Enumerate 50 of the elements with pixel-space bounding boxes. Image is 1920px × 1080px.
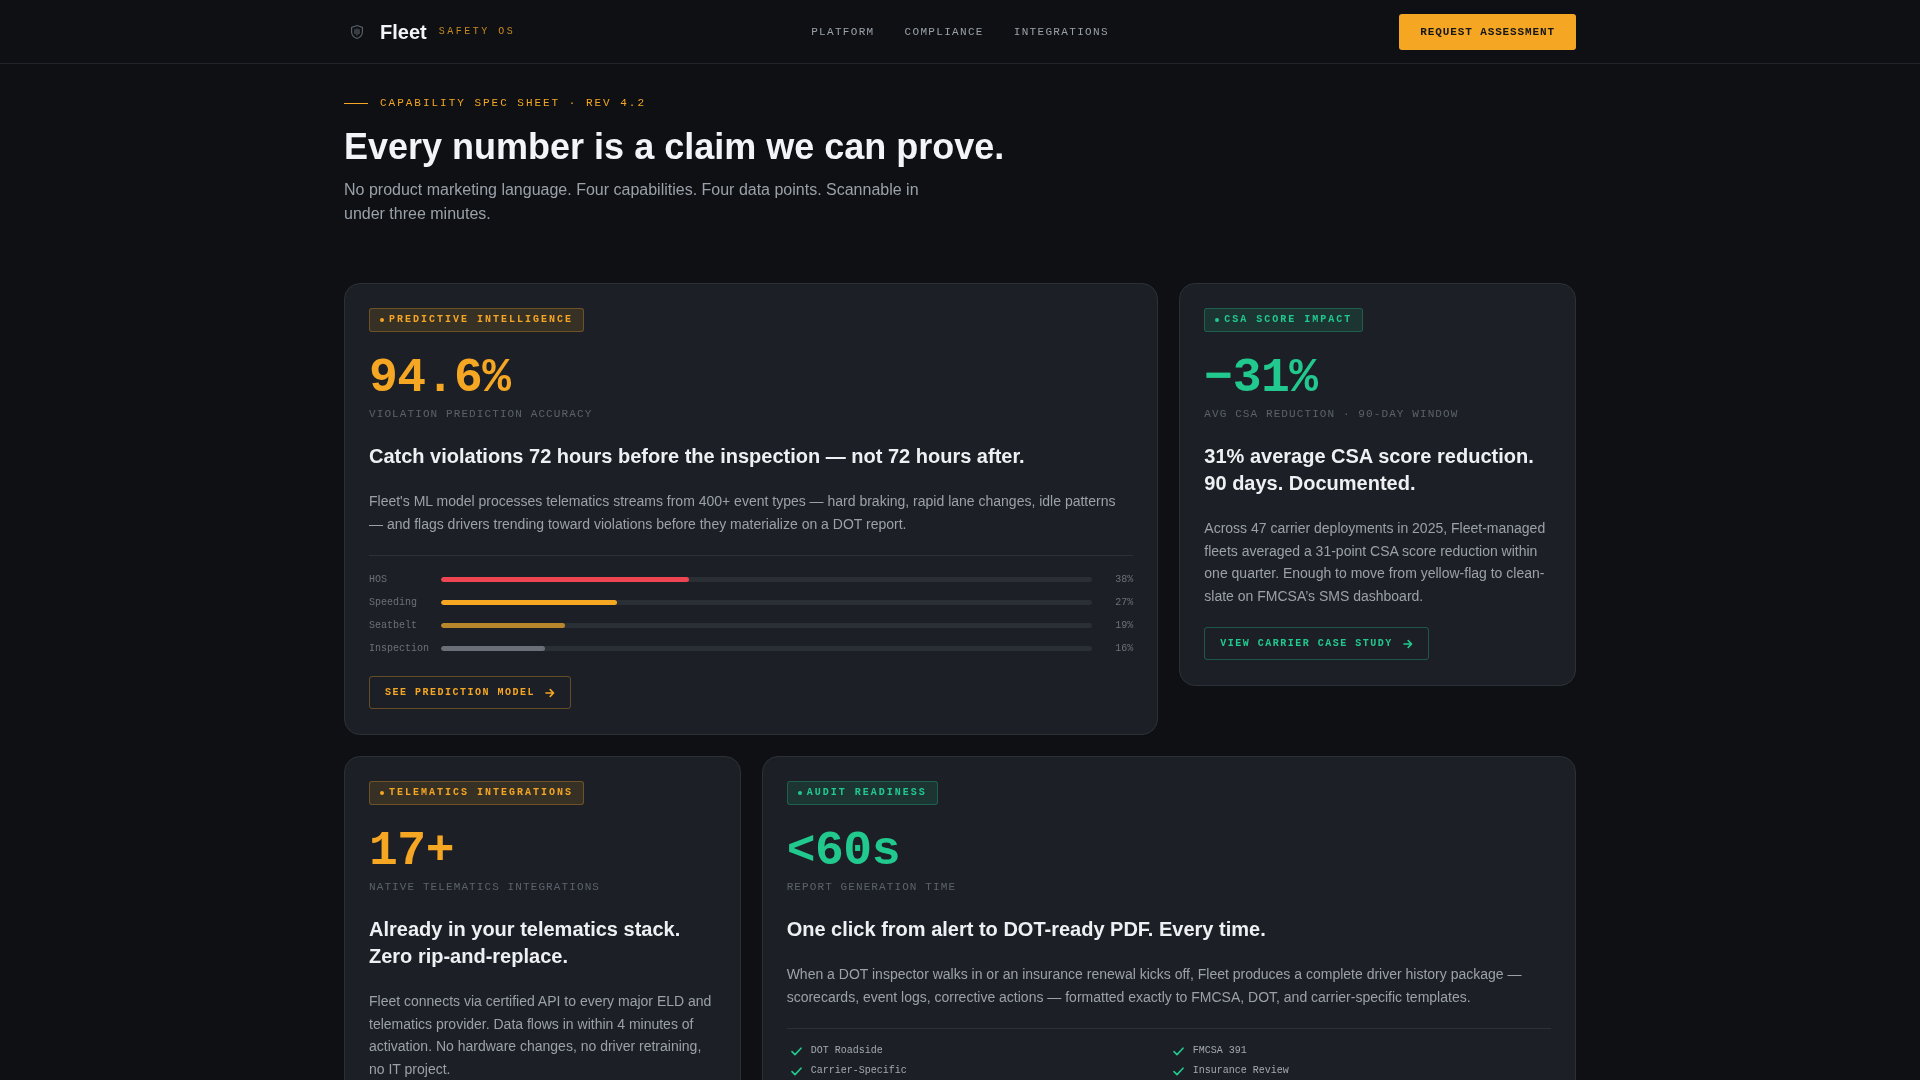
case-link-button[interactable]: SEE PREDICTION MODEL: [369, 676, 572, 710]
card-description: When a DOT inspector walks in or an insurance renewal kicks off, Fleet produces a complete driver history package — scorecards, event logs, corrective actions — formatted exactly to FMCSA, DOT, and carrier-specific templates.: [786, 965, 1523, 1007]
card-description: Across 47 carrier deployments in 2025, Fleet-managed fleets averaged a 31-point CSA score reduction within one quarter. Enough to move from yellow-flag to clean-slate on FMCSA’s SMS dashboard.: [1204, 519, 1547, 606]
metric-caption: REPORT GENERATION TIME: [786, 880, 958, 895]
brand-tagline: SAFETY OS: [438, 24, 516, 39]
card-headline: One click from alert to DOT-ready PDF. Every time.: [786, 917, 1267, 943]
card-description: Fleet's ML model processes telematics streams from 400+ event types — hard braking, rapid lane changes, idle patterns — and flags drivers trending toward violations before they materialize on a DOT report.: [369, 492, 1117, 534]
request-assessment-button[interactable]: REQUEST ASSESSMENT: [1399, 13, 1576, 50]
breakdown-value: 27%: [1114, 595, 1134, 610]
category-label: AUDIT READINESS: [806, 787, 927, 800]
nav-link[interactable]: INTEGRATIONS: [1013, 24, 1109, 39]
card-headline: 31% average CSA score reduction. 90 days. Documented.: [1204, 444, 1535, 496]
eyebrow-label: CAPABILITY SPEC SHEET · REV 4.2: [380, 96, 646, 111]
checklist-item: DOT Roadside: [810, 1045, 883, 1058]
breakdown-label: Speeding: [369, 595, 418, 610]
breakdown-value: 38%: [1114, 572, 1134, 587]
checklist-item: FMCSA 391: [1192, 1045, 1247, 1058]
metric-value: −31%: [1204, 352, 1319, 405]
metric-caption: AVG CSA REDUCTION · 90-DAY WINDOW: [1204, 407, 1460, 421]
breakdown-label: Seatbelt: [369, 618, 418, 633]
arrow-right-icon: [1402, 638, 1413, 649]
case-link-button[interactable]: VIEW CARRIER CASE STUDY: [1204, 627, 1429, 661]
hero-subtitle: No product marketing language. Four capabilities. Four data points. Scannable in under three minutes.: [344, 180, 920, 224]
breakdown-label: HOS: [369, 572, 388, 587]
checklist-item: Carrier-Specific: [810, 1065, 907, 1078]
category-label: PREDICTIVE INTELLIGENCE: [389, 314, 574, 326]
nav-link[interactable]: PLATFORM: [811, 24, 875, 39]
page-title: Every number is a claim we can prove.: [344, 125, 1006, 168]
category-label: CSA SCORE IMPACT: [1224, 314, 1353, 326]
nav-link[interactable]: COMPLIANCE: [904, 24, 984, 39]
metric-value: 94.6%: [369, 352, 512, 405]
metric-caption: NATIVE TELEMATICS INTEGRATIONS: [369, 880, 602, 895]
category-label: TELEMATICS INTEGRATIONS: [389, 787, 574, 800]
check-icon: [1172, 1066, 1184, 1076]
checklist-item: Insurance Review: [1192, 1065, 1289, 1078]
arrow-right-icon: [545, 687, 556, 698]
metric-value: <60s: [786, 825, 901, 879]
card-headline: Already in your telematics stack. Zero rip-and-replace.: [369, 917, 682, 970]
check-icon: [790, 1066, 802, 1076]
metric-caption: VIOLATION PREDICTION ACCURACY: [369, 407, 594, 421]
shield-icon: [351, 24, 363, 39]
breakdown-value: 16%: [1114, 641, 1134, 656]
check-icon: [790, 1046, 802, 1056]
card-headline: Catch violations 72 hours before the inspection — not 72 hours after.: [369, 444, 1026, 469]
brand-name: Fleet: [380, 19, 427, 44]
check-icon: [1172, 1046, 1184, 1056]
breakdown-label: Inspection: [369, 641, 430, 656]
metric-value: 17+: [369, 825, 455, 879]
card-description: Fleet connects via certified API to every major ELD and telematics provider. Data flows in within 4 minutes of activation. No hardware changes, no driver retraining, no IT project.: [369, 992, 713, 1079]
breakdown-value: 19%: [1114, 618, 1134, 633]
